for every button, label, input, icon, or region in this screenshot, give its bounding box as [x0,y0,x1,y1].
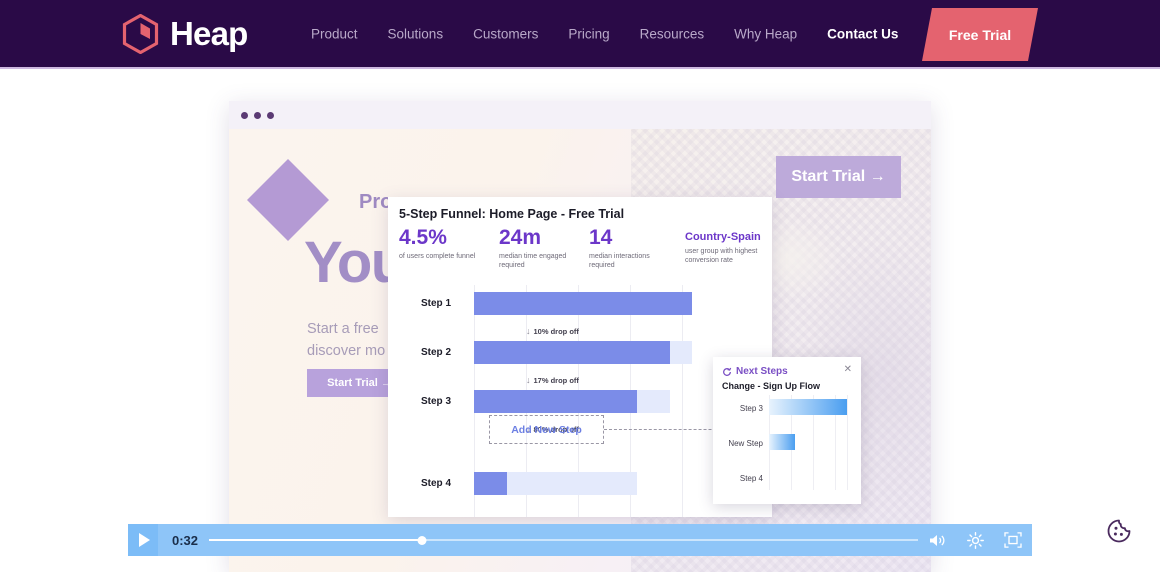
nav-links: Product Solutions Customers Pricing Reso… [296,26,981,41]
top-navigation-bar: Heap Product Solutions Customers Pricing… [0,0,1160,69]
stat-median-time: 24m median time engaged required [499,227,591,271]
next-steps-title: Next Steps [722,366,788,377]
nav-link-customers[interactable]: Customers [458,26,553,41]
funnel-step-label: Step 4 [421,478,452,489]
add-new-step-button[interactable]: Add New Step [489,415,604,444]
funnel-bar-fill [474,341,670,364]
stat-completion-rate: 4.5% of users complete funnel [399,227,503,261]
funnel-bar-track[interactable] [474,390,670,413]
next-steps-row-label: New Step [728,439,763,448]
play-icon [139,533,150,547]
settings-button[interactable] [956,524,994,556]
hero-subtext: Start a free discover mo [307,321,386,359]
refresh-icon [723,367,732,376]
funnel-step-label: Step 2 [421,347,452,358]
stat-median-time-value: 24m [499,226,542,249]
funnel-step-label: Step 3 [421,396,452,407]
free-trial-label: Free Trial [948,26,1012,43]
decorative-diamond-icon [246,158,330,242]
video-player-stage[interactable]: Pro Your Start a free discover mo Start … [0,71,1160,572]
next-steps-row-label: Step 3 [739,404,763,413]
fullscreen-button[interactable] [994,524,1032,556]
funnel-bar-track[interactable] [474,341,692,364]
funnel-step-label: Step 1 [421,298,452,309]
browser-mockup: Pro Your Start a free discover mo Start … [229,101,931,572]
stat-completion-value: 4.5% [399,226,447,249]
nav-link-solutions[interactable]: Solutions [373,26,459,41]
video-player-controls: 0:32 [128,524,1032,556]
hero-start-trial-label: Start Trial → [327,377,392,389]
heap-hexagon-logo-icon [122,13,159,54]
dropoff-label: 17% drop off [533,375,579,385]
nav-link-product[interactable]: Product [296,26,373,41]
stat-median-interactions-value: 14 [589,226,613,249]
current-time: 0:32 [172,532,199,548]
add-new-step-label: Add New Step [511,423,582,436]
progress-scrubber[interactable] [209,524,918,556]
stat-top-country: Country-Spain user group with highest co… [685,227,777,266]
next-steps-row-label: Step 4 [739,474,763,483]
settings-icon [966,531,984,549]
progress-fill [209,538,422,542]
free-trial-button[interactable]: Free Trial [922,8,1038,61]
next-steps-popup: Next Steps ✕ Change - Sign Up Flow Step … [713,357,861,504]
fullscreen-icon [1004,532,1022,548]
volume-icon [929,534,944,546]
window-dot-green-icon [267,111,274,119]
play-button[interactable] [128,524,158,556]
nav-link-contact-us[interactable]: Contact Us [812,26,913,41]
hero-start-trial-button-secondary[interactable]: Start Trial → [776,156,901,198]
next-steps-title-label: Next Steps [736,366,788,377]
next-steps-subtitle: Change - Sign Up Flow [722,381,820,391]
stat-top-country-label: user group with highest conversion rate [685,248,758,265]
funnel-bar-fill [474,472,507,495]
funnel-title: 5-Step Funnel: Home Page - Free Trial [399,207,625,221]
funnel-dropoff: ↓ 17% drop off [526,375,579,385]
cookie-settings-button[interactable] [1104,516,1134,546]
funnel-bar-track[interactable] [474,292,692,315]
browser-viewport: Pro Your Start a free discover mo Start … [229,129,931,572]
window-dot-red-icon [241,111,248,119]
volume-button[interactable] [918,524,956,556]
funnel-stats-row: 4.5% of users complete funnel 24m median… [399,227,765,273]
nav-link-why-heap[interactable]: Why Heap [719,26,812,41]
next-steps-bar[interactable] [769,399,847,415]
brand-name: Heap [170,15,248,52]
funnel-bar-fill [474,292,692,315]
browser-title-bar [229,101,931,129]
stat-top-country-value: Country-Spain [685,231,761,243]
stat-median-time-label: median time engaged required [499,253,567,270]
next-steps-bar[interactable] [769,434,795,450]
grid-line [847,395,848,490]
next-steps-close-button[interactable]: ✕ [844,365,852,375]
nav-link-resources[interactable]: Resources [625,26,720,41]
funnel-bar-track[interactable] [474,472,637,495]
stat-median-interactions-label: median interactions required [589,253,650,270]
progress-handle[interactable] [417,535,427,545]
dropoff-label: 10% drop off [533,326,579,336]
nav-link-pricing[interactable]: Pricing [553,26,624,41]
funnel-dropoff: ↓ 10% drop off [526,326,579,336]
stat-completion-label: of users complete funnel [399,253,476,260]
dropoff-arrow-icon: ↓ [526,375,531,385]
grid-line [682,285,683,517]
hero-start-trial-secondary-label: Start Trial → [791,168,886,185]
next-steps-chart: Step 3 New Step Step 4 [713,395,861,500]
heap-logo[interactable]: Heap [122,13,248,54]
window-dot-yellow-icon [254,111,261,119]
stat-median-interactions: 14 median interactions required [589,227,677,271]
dropoff-arrow-icon: ↓ [526,326,531,336]
cookie-icon [1107,519,1131,543]
funnel-bar-fill [474,390,637,413]
